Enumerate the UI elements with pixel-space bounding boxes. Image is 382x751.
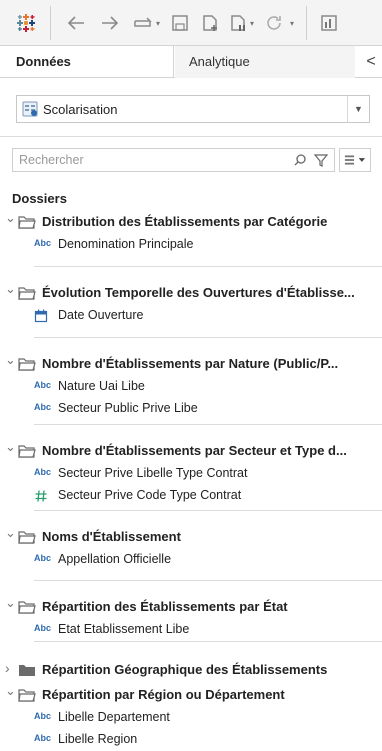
field-label: Denomination Principale bbox=[58, 237, 194, 251]
search-icon[interactable] bbox=[292, 152, 308, 168]
datasource-select[interactable]: Scolarisation ▼ bbox=[16, 95, 370, 123]
chevron-down-icon[interactable]: ⌄ bbox=[5, 439, 16, 455]
field-label: Secteur Prive Libelle Type Contrat bbox=[58, 466, 248, 480]
toolbar-separator bbox=[306, 6, 307, 40]
folder-label: Répartition des Établissements par État bbox=[42, 599, 288, 614]
field-label: Etat Etablissement Libe bbox=[58, 622, 190, 636]
chevron-down-icon[interactable]: ⌄ bbox=[5, 683, 16, 699]
folder-label: Distribution des Établissements par Caté… bbox=[42, 214, 328, 229]
chevron-down-icon[interactable]: ⌄ bbox=[5, 595, 16, 611]
folder-separator bbox=[34, 580, 382, 581]
folder-icon bbox=[18, 600, 36, 614]
string-type-icon: Abc bbox=[34, 711, 52, 721]
view-options-button[interactable] bbox=[339, 148, 371, 172]
field-item[interactable]: Abc Nature Uai Libe bbox=[0, 376, 382, 396]
toolbar: ▾ ▾ ▾ bbox=[0, 0, 382, 46]
tab-data[interactable]: Données bbox=[0, 46, 174, 78]
field-label: Date Ouverture bbox=[58, 308, 144, 322]
string-type-icon: Abc bbox=[34, 238, 52, 248]
folder-row[interactable]: ⌄ Distribution des Établissements par Cat… bbox=[0, 210, 382, 232]
folder-row[interactable]: › Répartition Géographique des Établissem… bbox=[0, 660, 382, 680]
new-datasource-icon[interactable] bbox=[198, 11, 222, 35]
string-type-icon: Abc bbox=[34, 553, 52, 563]
field-item[interactable]: Abc Libelle Region bbox=[0, 729, 382, 749]
string-type-icon: Abc bbox=[34, 623, 52, 633]
forward-arrow-icon[interactable] bbox=[98, 11, 122, 35]
number-type-icon bbox=[34, 489, 56, 503]
folder-icon bbox=[18, 286, 36, 300]
folders-heading: Dossiers bbox=[12, 191, 67, 206]
string-type-icon: Abc bbox=[34, 733, 52, 743]
divider bbox=[0, 136, 382, 137]
date-type-icon bbox=[34, 309, 56, 323]
folder-icon bbox=[18, 688, 36, 702]
filter-icon[interactable] bbox=[313, 152, 329, 168]
folder-label: Noms d'Établissement bbox=[42, 529, 181, 544]
folder-label: Répartition par Région ou Département bbox=[42, 687, 285, 702]
string-type-icon: Abc bbox=[34, 380, 52, 390]
field-item[interactable]: Abc Denomination Principale bbox=[0, 234, 382, 254]
chevron-down-icon[interactable]: ▾ bbox=[250, 19, 254, 28]
folder-separator bbox=[34, 510, 382, 511]
folder-row[interactable]: ⌄ Nombre d'Établissements par Nature (Pub… bbox=[0, 352, 382, 374]
folder-icon bbox=[18, 663, 36, 677]
field-item[interactable]: Abc Appellation Officielle bbox=[0, 549, 382, 569]
tab-analytics[interactable]: Analytique bbox=[175, 46, 355, 78]
chevron-down-icon[interactable]: ▾ bbox=[290, 19, 294, 28]
field-label: Appellation Officielle bbox=[58, 552, 172, 566]
folder-icon bbox=[18, 444, 36, 458]
string-type-icon: Abc bbox=[34, 402, 52, 412]
folder-label: Nombre d'Établissements par Secteur et T… bbox=[42, 443, 347, 458]
chevron-down-icon[interactable]: ⌄ bbox=[5, 352, 16, 368]
field-item[interactable]: Abc Secteur Public Prive Libe bbox=[0, 398, 382, 418]
folder-label: Nombre d'Établissements par Nature (Publ… bbox=[42, 356, 339, 371]
back-arrow-icon[interactable] bbox=[64, 11, 88, 35]
folder-row[interactable]: ⌄ Évolution Temporelle des Ouvertures d'É… bbox=[0, 281, 382, 303]
folder-separator bbox=[34, 424, 382, 425]
folder-label: Évolution Temporelle des Ouvertures d'Ét… bbox=[42, 285, 355, 300]
field-item[interactable]: Date Ouverture bbox=[0, 305, 382, 325]
field-label: Secteur Public Prive Libe bbox=[58, 401, 198, 415]
folder-row[interactable]: ⌄ Répartition des Établissements par État bbox=[0, 595, 382, 617]
refresh-icon[interactable] bbox=[262, 11, 286, 35]
folder-separator bbox=[34, 266, 382, 267]
chevron-down-icon[interactable]: ▾ bbox=[156, 19, 160, 28]
field-label: Nature Uai Libe bbox=[58, 379, 145, 393]
datasource-icon bbox=[22, 101, 38, 117]
folder-row[interactable]: ⌄ Noms d'Établissement bbox=[0, 525, 382, 547]
field-label: Libelle Departement bbox=[58, 710, 170, 724]
side-pane-tabs: Données Analytique < bbox=[0, 46, 382, 78]
pause-updates-icon[interactable] bbox=[226, 11, 250, 35]
field-item[interactable]: Abc Libelle Departement bbox=[0, 707, 382, 727]
folder-icon bbox=[18, 530, 36, 544]
field-item[interactable]: Abc Secteur Prive Libelle Type Contrat bbox=[0, 463, 382, 483]
collapse-pane-button[interactable]: < bbox=[360, 46, 382, 78]
folder-separator bbox=[34, 337, 382, 338]
list-view-icon bbox=[344, 155, 366, 165]
redo-replay-icon[interactable] bbox=[132, 11, 156, 35]
save-icon[interactable] bbox=[168, 11, 192, 35]
field-item[interactable]: Abc Etat Etablissement Libe bbox=[0, 619, 382, 639]
field-label: Libelle Region bbox=[58, 732, 138, 746]
folder-icon bbox=[18, 215, 36, 229]
folder-separator bbox=[34, 641, 382, 642]
tableau-logo-icon[interactable] bbox=[14, 11, 38, 35]
chevron-down-icon[interactable]: ▼ bbox=[347, 96, 369, 122]
folder-icon bbox=[18, 357, 36, 371]
folder-label: Répartition Géographique des Établisseme… bbox=[42, 662, 328, 677]
field-item[interactable]: Secteur Prive Code Type Contrat bbox=[0, 485, 382, 505]
chevron-right-icon[interactable]: › bbox=[5, 660, 10, 676]
datasource-label: Scolarisation bbox=[43, 102, 118, 117]
field-label: Secteur Prive Code Type Contrat bbox=[58, 488, 242, 502]
search-input[interactable] bbox=[12, 148, 335, 172]
chevron-down-icon[interactable]: ⌄ bbox=[5, 281, 16, 297]
string-type-icon: Abc bbox=[34, 467, 52, 477]
chevron-down-icon[interactable]: ⌄ bbox=[5, 525, 16, 541]
folder-row[interactable]: ⌄ Nombre d'Établissements par Secteur et … bbox=[0, 439, 382, 461]
chevron-down-icon[interactable]: ⌄ bbox=[5, 210, 16, 226]
folder-row[interactable]: ⌄ Répartition par Région ou Département bbox=[0, 683, 382, 705]
toolbar-separator bbox=[50, 6, 51, 40]
show-me-icon[interactable] bbox=[318, 11, 342, 35]
